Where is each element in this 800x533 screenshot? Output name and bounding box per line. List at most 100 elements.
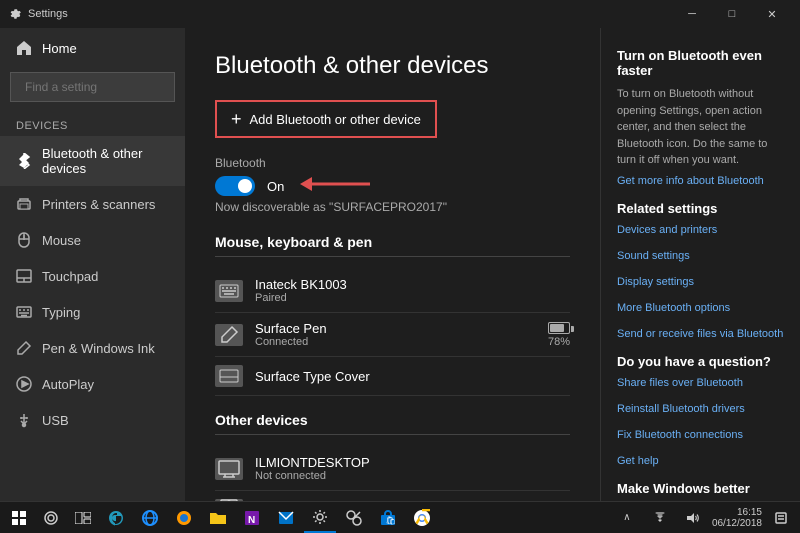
usb-icon xyxy=(16,412,32,428)
maximize-button[interactable]: □ xyxy=(712,0,752,28)
sidebar-item-mouse[interactable]: Mouse xyxy=(0,222,185,258)
start-button[interactable] xyxy=(4,503,34,533)
taskbar-app-onenote[interactable]: N xyxy=(236,503,268,533)
link-devices-printers[interactable]: Devices and printers xyxy=(617,224,784,236)
other-section-title: Other devices xyxy=(215,412,570,435)
task-view-button[interactable] xyxy=(68,503,98,533)
sidebar-item-autoplay-label: AutoPlay xyxy=(42,377,94,392)
device-name-surface-cover: Surface Type Cover xyxy=(255,369,570,384)
make-better-title: Make Windows better xyxy=(617,481,784,496)
device-status-surface-pen: Connected xyxy=(255,336,536,348)
battery-percent: 78% xyxy=(548,336,570,348)
device-info-ilmiont1: ILMIONTDESKTOP Not connected xyxy=(255,455,570,482)
right-panel-tip-title: Turn on Bluetooth even faster xyxy=(617,48,784,78)
touchpad-icon xyxy=(16,268,32,284)
bluetooth-section: Bluetooth On Now discoverable as "SURFAC… xyxy=(215,156,570,214)
sidebar-item-touchpad-label: Touchpad xyxy=(42,269,98,284)
sidebar-item-usb[interactable]: USB xyxy=(0,402,185,438)
keyboard-icon xyxy=(215,280,243,302)
link-share-files[interactable]: Share files over Bluetooth xyxy=(617,377,784,389)
autoplay-icon xyxy=(16,376,32,392)
taskbar-apps: N xyxy=(100,503,438,533)
bluetooth-toggle[interactable] xyxy=(215,176,255,196)
add-device-button[interactable]: + Add Bluetooth or other device xyxy=(215,100,437,138)
sidebar-search-box[interactable] xyxy=(10,72,175,102)
bluetooth-section-label: Bluetooth xyxy=(215,156,570,170)
cortana-button[interactable] xyxy=(36,503,66,533)
discoverable-text: Now discoverable as "SURFACEPRO2017" xyxy=(215,200,570,214)
link-display-settings[interactable]: Display settings xyxy=(617,276,784,288)
cover-device-icon xyxy=(215,365,243,387)
link-get-help[interactable]: Get help xyxy=(617,455,784,467)
sidebar-item-mouse-label: Mouse xyxy=(42,233,81,248)
pen-device-icon xyxy=(215,324,243,346)
bluetooth-toggle-row: On xyxy=(215,176,570,196)
taskbar: N xyxy=(0,501,800,533)
device-item-inateck[interactable]: Inateck BK1003 Paired xyxy=(215,269,570,313)
mouse-section: Mouse, keyboard & pen Inateck BK1003 xyxy=(215,234,570,396)
typing-icon xyxy=(16,304,32,320)
minimize-button[interactable]: ─ xyxy=(672,0,712,28)
action-center-icon[interactable] xyxy=(766,503,796,533)
sidebar-home-button[interactable]: Home xyxy=(0,28,185,68)
link-send-receive[interactable]: Send or receive files via Bluetooth xyxy=(617,328,784,340)
home-icon xyxy=(16,40,32,56)
link-reinstall-drivers[interactable]: Reinstall Bluetooth drivers xyxy=(617,403,784,415)
device-info-inateck: Inateck BK1003 Paired xyxy=(255,277,570,304)
search-input[interactable] xyxy=(25,80,180,94)
device-battery-surface-pen: 78% xyxy=(548,322,570,348)
network-icon[interactable] xyxy=(645,503,675,533)
bluetooth-icon xyxy=(16,153,32,169)
settings-icon xyxy=(8,7,22,21)
taskbar-right: ∧ 16:15 06/12/2018 xyxy=(612,503,796,533)
svg-text:🛍: 🛍 xyxy=(386,516,396,525)
title-bar-controls: ─ □ ✕ xyxy=(672,0,792,28)
sidebar-item-bluetooth[interactable]: Bluetooth & other devices xyxy=(0,136,185,186)
taskbar-app-edge[interactable] xyxy=(100,503,132,533)
taskbar-app-snip[interactable] xyxy=(338,503,370,533)
device-name-inateck: Inateck BK1003 xyxy=(255,277,570,292)
sidebar-item-typing-label: Typing xyxy=(42,305,80,320)
sidebar-item-typing[interactable]: Typing xyxy=(0,294,185,330)
taskbar-app-store[interactable]: 🛍 xyxy=(372,503,404,533)
sidebar-item-pen[interactable]: Pen & Windows Ink xyxy=(0,330,185,366)
device-item-ilmiont2[interactable]: ILMIONTDESKTOP_jh_walker@outlook.com: xyxy=(215,491,570,501)
battery-icon xyxy=(548,322,570,334)
link-sound-settings[interactable]: Sound settings xyxy=(617,250,784,262)
sidebar-item-pen-label: Pen & Windows Ink xyxy=(42,341,155,356)
taskbar-left: N xyxy=(4,503,438,533)
device-status-inateck: Paired xyxy=(255,292,570,304)
close-button[interactable]: ✕ xyxy=(752,0,792,28)
device-item-ilmiont1[interactable]: ILMIONTDESKTOP Not connected xyxy=(215,447,570,491)
device-info-surface-pen: Surface Pen Connected xyxy=(255,321,536,348)
device-name-ilmiont1: ILMIONTDESKTOP xyxy=(255,455,570,470)
taskbar-app-settings[interactable] xyxy=(304,503,336,533)
sidebar-item-usb-label: USB xyxy=(42,413,69,428)
sidebar-item-autoplay[interactable]: AutoPlay xyxy=(0,366,185,402)
time-display: 16:15 xyxy=(712,507,762,518)
device-item-surface-pen[interactable]: Surface Pen Connected 78% xyxy=(215,313,570,357)
device-item-surface-cover[interactable]: Surface Type Cover xyxy=(215,357,570,396)
right-panel: Turn on Bluetooth even faster To turn on… xyxy=(600,28,800,501)
chevron-up-icon[interactable]: ∧ xyxy=(612,503,642,533)
system-tray: ∧ xyxy=(612,503,708,533)
taskbar-app-ie[interactable] xyxy=(134,503,166,533)
app-body: Home Devices Bluetooth & other devices xyxy=(0,28,800,501)
sidebar-item-touchpad[interactable]: Touchpad xyxy=(0,258,185,294)
right-panel-tip-link[interactable]: Get more info about Bluetooth xyxy=(617,175,784,187)
taskbar-app-outlook[interactable] xyxy=(270,503,302,533)
taskbar-app-firefox[interactable] xyxy=(168,503,200,533)
volume-icon[interactable] xyxy=(678,503,708,533)
other-section: Other devices ILMIONTDESKTOP Not connect… xyxy=(215,412,570,501)
link-fix-connections[interactable]: Fix Bluetooth connections xyxy=(617,429,784,441)
title-bar-title: Settings xyxy=(28,8,68,20)
sidebar-item-printers-label: Printers & scanners xyxy=(42,197,155,212)
taskbar-app-folder[interactable] xyxy=(202,503,234,533)
link-more-bluetooth[interactable]: More Bluetooth options xyxy=(617,302,784,314)
related-settings-title: Related settings xyxy=(617,201,784,216)
sidebar-item-printers[interactable]: Printers & scanners xyxy=(0,186,185,222)
title-bar: Settings ─ □ ✕ xyxy=(0,0,800,28)
taskbar-app-chrome[interactable] xyxy=(406,503,438,533)
mouse-section-title: Mouse, keyboard & pen xyxy=(215,234,570,257)
date-display: 06/12/2018 xyxy=(712,518,762,529)
